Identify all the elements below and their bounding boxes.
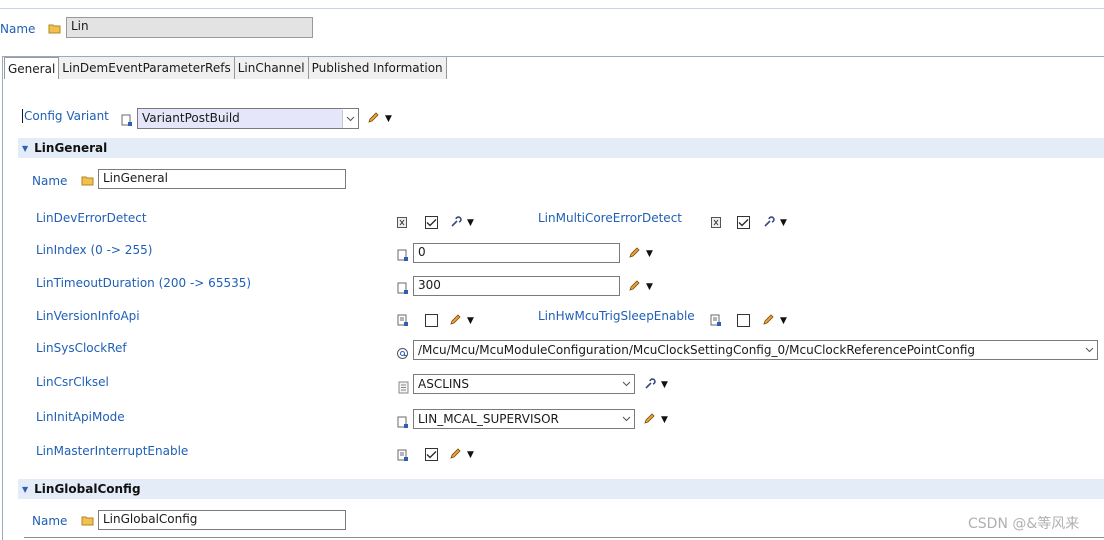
tab-lindem-label: LinDemEventParameterRefs [62,61,231,75]
header-name-field[interactable]: Lin [66,17,313,38]
dropdown-arrow-icon[interactable]: ▼ [646,282,653,292]
linmasterinterruptenable-label: LinMasterInterruptEnable [36,444,189,458]
section-lingeneral-title: LinGeneral [34,141,108,155]
tab-published-information[interactable]: Published Information [308,57,447,79]
top-divider [0,8,1104,9]
pencil-icon[interactable] [448,313,462,327]
linversioninfoapi-label: LinVersionInfoApi [36,309,140,323]
lincsrclksel-label: LinCsrClksel [36,375,109,389]
chevron-down-icon [618,410,634,428]
lincsrclksel-value: ASCLINS [418,377,470,391]
pencil-icon[interactable] [761,313,775,327]
pencil-icon[interactable] [642,412,656,426]
chevron-down-icon [342,109,358,128]
wrench-icon[interactable] [762,215,776,229]
tab-linchannel[interactable]: LinChannel [234,57,309,79]
pencil-icon[interactable] [448,447,462,461]
lincsrclksel-select[interactable]: ASCLINS [413,374,635,394]
lininitapimode-select[interactable]: LIN_MCAL_SUPERVISOR [413,409,635,429]
config-variant-value: VariantPostBuild [138,109,342,128]
pencil-icon[interactable] [366,111,380,125]
variant-type-icon [120,113,134,127]
dropdown-arrow-icon[interactable]: ▼ [780,218,787,228]
section-linglobalconfig[interactable]: ▼ LinGlobalConfig [18,479,1104,499]
linmulticoreerrordetect-label: LinMultiCoreErrorDetect [538,211,682,225]
collapse-triangle-icon: ▼ [22,484,29,494]
tab-linchannel-label: LinChannel [237,61,305,75]
folder-icon [80,513,96,529]
bottom-divider [24,537,1104,538]
boolean-type-icon [709,313,723,327]
pencil-icon[interactable] [627,279,641,293]
linindex-label: LinIndex (0 -> 255) [36,243,153,257]
boolean-type-icon [396,448,410,462]
tab-general-label: General [8,61,56,76]
dropdown-arrow-icon[interactable]: ▼ [661,380,668,390]
pencil-icon[interactable] [627,246,641,260]
linglobalconfig-name-label: Name [32,514,68,528]
lintimeoutduration-label: LinTimeoutDuration (200 -> 65535) [36,276,252,290]
watermark-text: CSDN @&等风来 [968,516,1080,532]
tab-published-label: Published Information [311,61,443,75]
fixed-value-icon [710,216,722,228]
section-linglobalconfig-title: LinGlobalConfig [34,482,141,496]
dropdown-arrow-icon[interactable]: ▼ [646,249,653,259]
dropdown-arrow-icon[interactable]: ▼ [467,218,474,228]
folder-icon [80,173,96,189]
linsysclockref-select[interactable]: /Mcu/Mcu/McuModuleConfiguration/McuClock… [413,340,1098,360]
enum-type-icon [396,380,410,394]
value-type-icon [396,415,410,429]
lindeverrordetect-label: LinDevErrorDetect [36,211,147,225]
linmasterinterruptenable-checkbox[interactable] [425,448,438,461]
linglobalconfig-name-field[interactable]: LinGlobalConfig [98,510,346,530]
tab-general[interactable]: General [4,57,60,79]
linsysclockref-label: LinSysClockRef [36,341,127,355]
linhwmcutrigsleepenable-checkbox[interactable] [737,314,750,327]
linmulticoreerrordetect-checkbox[interactable] [737,216,750,229]
dropdown-arrow-icon[interactable]: ▼ [780,316,787,326]
header-name-label: Name [0,22,36,36]
linversioninfoapi-checkbox[interactable] [425,314,438,327]
lingeneral-name-label: Name [32,174,68,188]
tab-lindemeventparameterrefs[interactable]: LinDemEventParameterRefs [59,57,235,79]
dropdown-arrow-icon[interactable]: ▼ [467,450,474,460]
linindex-field[interactable]: 0 [413,243,620,263]
lininitapimode-value: LIN_MCAL_SUPERVISOR [418,412,559,426]
tab-bar: General LinDemEventParameterRefs LinChan… [4,57,447,79]
linhwmcutrigsleepenable-label: LinHwMcuTrigSleepEnable [538,309,695,323]
config-variant-select[interactable]: VariantPostBuild [137,108,359,129]
lininitapimode-label: LinInitApiMode [36,410,125,424]
value-type-icon [396,281,410,295]
lingeneral-name-field[interactable]: LinGeneral [98,169,346,189]
lindeverrordetect-checkbox[interactable] [425,216,438,229]
lintimeoutduration-field[interactable]: 300 [413,276,620,296]
dropdown-arrow-icon[interactable]: ▼ [467,316,474,326]
wrench-icon[interactable] [449,215,463,229]
collapse-triangle-icon: ▼ [22,143,29,153]
chevron-down-icon [618,375,634,393]
chevron-down-icon [1081,341,1097,359]
section-lingeneral[interactable]: ▼ LinGeneral [18,138,1104,158]
linsysclockref-value: /Mcu/Mcu/McuModuleConfiguration/McuClock… [418,343,976,357]
dropdown-arrow-icon[interactable]: ▼ [661,415,668,425]
folder-icon [47,21,63,37]
reference-icon [395,346,409,360]
boolean-type-icon [396,313,410,327]
fixed-value-icon [396,216,408,228]
value-type-icon [396,248,410,262]
dropdown-arrow-icon[interactable]: ▼ [385,114,392,124]
wrench-icon[interactable] [643,377,657,391]
config-variant-label: Config Variant [22,109,109,123]
